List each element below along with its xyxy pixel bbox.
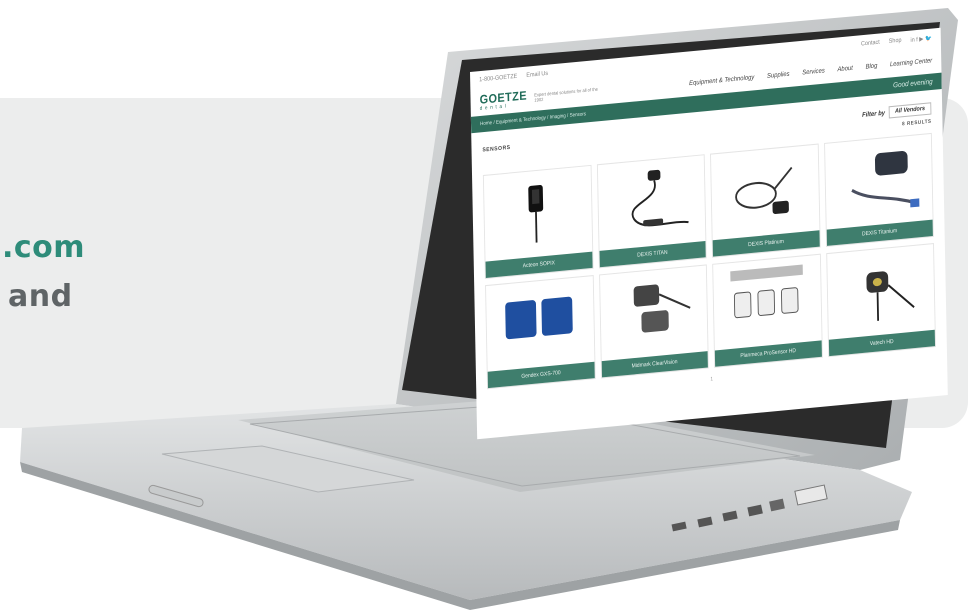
sensor-image bbox=[528, 184, 544, 243]
social-icons[interactable]: in f ▶ 🐦 bbox=[910, 34, 931, 43]
contact-link[interactable]: Contact bbox=[861, 40, 880, 48]
nav-equipment[interactable]: Equipment & Technology bbox=[689, 73, 754, 86]
nav-learning-center[interactable]: Learning Center bbox=[890, 57, 932, 68]
laptop-screen: 1-800-GOETZE Email Us Contact Shop in f … bbox=[470, 27, 948, 440]
sensor-image bbox=[505, 296, 573, 340]
website-page: 1-800-GOETZE Email Us Contact Shop in f … bbox=[470, 27, 948, 440]
product-card[interactable]: DEXIS Platinum bbox=[710, 143, 821, 258]
phone-link[interactable]: 1-800-GOETZE bbox=[479, 74, 517, 84]
nav-blog[interactable]: Blog bbox=[865, 62, 877, 70]
product-card[interactable]: DEXIS Titanium bbox=[823, 132, 934, 248]
tagline: Expert dental solutions for all of the 1… bbox=[534, 86, 598, 103]
product-grid: Acteon SOPIX DEXIS TITAN DEXIS Platinum … bbox=[472, 128, 947, 395]
product-card[interactable]: Vatech HD bbox=[825, 243, 936, 358]
greeting: Good evening bbox=[893, 78, 933, 89]
section-title: SENSORS bbox=[482, 144, 511, 154]
sensor-image bbox=[850, 151, 919, 208]
nav-services[interactable]: Services bbox=[802, 67, 825, 76]
filter-label: Filter by bbox=[862, 109, 886, 119]
product-card[interactable]: DEXIS TITAN bbox=[596, 154, 707, 269]
product-card[interactable]: Midmark ClearVision bbox=[598, 264, 709, 379]
promo-domain-text: .com bbox=[2, 230, 86, 265]
sensor-image bbox=[631, 169, 689, 227]
product-card[interactable]: Gendex GXS-700 bbox=[485, 275, 596, 390]
nav-about[interactable]: About bbox=[837, 64, 853, 73]
promo-text: and bbox=[8, 279, 73, 314]
sensor-image bbox=[730, 264, 803, 319]
nav-supplies[interactable]: Supplies bbox=[767, 70, 790, 79]
product-card[interactable]: Acteon SOPIX bbox=[482, 164, 594, 280]
sensor-image bbox=[865, 271, 915, 321]
sensor-image bbox=[735, 166, 793, 214]
email-link[interactable]: Email Us bbox=[526, 71, 548, 79]
sensor-image bbox=[633, 284, 691, 333]
goetze-logo[interactable]: GOETZE dental bbox=[479, 88, 527, 112]
product-card[interactable]: Planmeca ProSensor HD bbox=[712, 253, 823, 368]
shop-link[interactable]: Shop bbox=[889, 38, 902, 45]
